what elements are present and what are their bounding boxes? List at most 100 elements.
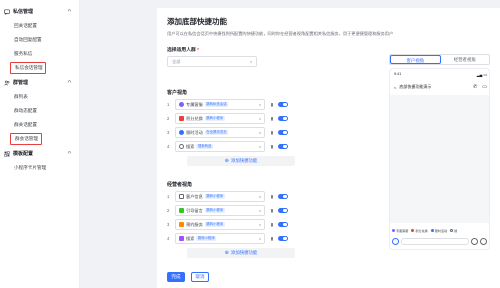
chat-body bbox=[390, 95, 489, 223]
sidebar-group-messages[interactable]: 私信管理 ^ bbox=[0, 4, 79, 19]
sidebar-group-templates[interactable]: 模板配置 ^ bbox=[0, 146, 79, 161]
chevron-down-icon: v bbox=[259, 144, 261, 149]
shortcut-tag: 搜索商品 bbox=[196, 144, 213, 149]
sidebar-item-message-session[interactable]: 私信会话管理 bbox=[0, 61, 79, 75]
row-number: 4 bbox=[167, 236, 170, 241]
trash-icon[interactable]: ▮ bbox=[269, 144, 275, 150]
service-icon bbox=[179, 102, 184, 107]
enable-toggle[interactable] bbox=[278, 143, 288, 150]
sidebar-item-label: 私信会话管理 bbox=[15, 65, 43, 70]
points-icon bbox=[411, 229, 415, 232]
shortcut-select[interactable]: 积分兑换 跳转小程序 v bbox=[175, 113, 265, 124]
shortcut-name: 搜索 bbox=[186, 235, 195, 241]
customer-row: 3 限时活动 在全屏浏览页 v ▮ bbox=[167, 127, 295, 138]
operator-row: 3 预约服务 跳转小程序 v ▮ bbox=[167, 219, 295, 230]
sidebar-item-group-list[interactable]: 群列表 bbox=[0, 90, 79, 104]
enable-toggle[interactable] bbox=[278, 101, 288, 108]
template-icon bbox=[4, 150, 10, 157]
search-icon bbox=[179, 236, 184, 241]
shortcut-name: 引导留言 bbox=[186, 207, 203, 213]
enable-toggle[interactable] bbox=[278, 115, 288, 122]
video-call-icon: ▭ bbox=[482, 84, 487, 90]
sidebar-item-service-message[interactable]: 服务私信 bbox=[0, 47, 79, 61]
operator-section-title: 经营者视角 bbox=[167, 182, 193, 188]
operator-row: 1 客户信息 跳转小程序 v ▮ bbox=[167, 191, 295, 202]
trash-icon[interactable]: ▮ bbox=[269, 208, 275, 214]
service-icon bbox=[392, 229, 395, 232]
applicable-select-value: 全部 bbox=[172, 59, 181, 64]
back-arrow-icon: < bbox=[394, 84, 397, 90]
shortcut-select[interactable]: 客户信息 跳转小程序 v bbox=[175, 191, 265, 202]
enable-toggle[interactable] bbox=[278, 221, 288, 228]
sidebar-item-auto-reply[interactable]: 自动回复配置 bbox=[0, 33, 79, 47]
preview-shortcut: 搜 bbox=[450, 228, 457, 233]
shortcut-name: 客户信息 bbox=[186, 193, 203, 199]
customer-section-title: 客户视角 bbox=[167, 90, 188, 96]
shortcut-tag: 跳转私信会话 bbox=[204, 102, 229, 107]
sidebar-item-group-reply[interactable]: 群关话配置 bbox=[0, 118, 79, 132]
sidebar-group-label: 群管理 bbox=[13, 80, 29, 86]
enable-toggle[interactable] bbox=[278, 207, 288, 214]
shortcut-select[interactable]: 专属客服 跳转私信会话 v bbox=[175, 99, 265, 110]
chevron-up-icon[interactable]: ^ bbox=[67, 9, 71, 15]
done-button[interactable]: 完成 bbox=[167, 272, 185, 282]
chevron-down-icon: v bbox=[259, 116, 261, 121]
tab-operator-view[interactable]: 经营者视角 bbox=[441, 55, 490, 64]
row-number: 4 bbox=[167, 144, 170, 149]
chevron-down-icon: v bbox=[259, 236, 261, 241]
sidebar-item-reply-config[interactable]: 回关话配置 bbox=[0, 19, 79, 33]
trash-icon[interactable]: ▮ bbox=[269, 236, 275, 242]
preview-shortcut-label: 搜 bbox=[454, 229, 458, 233]
chevron-up-icon[interactable]: ^ bbox=[67, 151, 71, 157]
shortcut-name: 积分兑换 bbox=[186, 115, 203, 121]
signal-battery-icon: ▂▄ ▭ bbox=[476, 73, 487, 77]
plus-circle-icon: ⊕ bbox=[224, 250, 229, 256]
shortcut-name: 专属客服 bbox=[186, 101, 203, 107]
trash-icon[interactable]: ▮ bbox=[269, 130, 275, 136]
tab-customer-view[interactable]: 客户视角 bbox=[390, 55, 441, 64]
shortcut-form: 选择适用人群 * 全部 v 客户视角 1 专属客服 跳转私信会话 v ▮ 2 积… bbox=[167, 46, 375, 258]
shortcut-tag: 跳转小程序 bbox=[196, 236, 217, 241]
trash-icon[interactable]: ▮ bbox=[269, 222, 275, 228]
row-number: 3 bbox=[167, 222, 170, 227]
chevron-up-icon[interactable]: ^ bbox=[67, 80, 71, 86]
trash-icon[interactable]: ▮ bbox=[269, 194, 275, 200]
enable-toggle[interactable] bbox=[278, 235, 288, 242]
shortcut-select[interactable]: 限时活动 在全屏浏览页 v bbox=[175, 127, 265, 138]
required-mark: * bbox=[197, 48, 200, 53]
row-number: 2 bbox=[167, 116, 170, 121]
phone-preview: 9:41 ▂▄ ▭ < 底部快捷功能演示 ✆ ▭ 专属客服 积分兑换 限时活动 … bbox=[389, 68, 490, 250]
preview-shortcut: 限时活动 bbox=[430, 228, 447, 233]
shortcut-select[interactable]: 预约服务 跳转小程序 v bbox=[175, 219, 265, 230]
enable-toggle[interactable] bbox=[278, 129, 288, 136]
preview-shortcut-label: 专属客服 bbox=[396, 229, 409, 233]
activity-icon bbox=[430, 229, 434, 232]
shortcut-select[interactable]: 搜索 跳转小程序 v bbox=[175, 233, 265, 244]
cancel-button[interactable]: 取消 bbox=[191, 272, 209, 282]
sidebar-group-groups[interactable]: 群管理 ^ bbox=[0, 75, 79, 90]
sidebar-item-group-session[interactable]: 群会话管理 bbox=[0, 132, 79, 146]
chevron-down-icon: v bbox=[259, 194, 261, 199]
shortcut-select[interactable]: 搜索 搜索商品 v bbox=[175, 141, 265, 152]
sidebar-item-group-feed[interactable]: 群动态配置 bbox=[0, 104, 79, 118]
sidebar-group-label: 私信管理 bbox=[13, 9, 34, 15]
trash-icon[interactable]: ▮ bbox=[269, 102, 275, 108]
shortcut-select[interactable]: 引导留言 跳转小程序 v bbox=[175, 205, 265, 216]
trash-icon[interactable]: ▮ bbox=[269, 116, 275, 122]
message-guide-icon bbox=[179, 208, 184, 213]
applicable-label: 选择适用人群 * bbox=[167, 46, 375, 55]
phone-call-icon: ✆ bbox=[473, 84, 478, 90]
chevron-down-icon: v bbox=[259, 130, 261, 135]
applicable-select[interactable]: 全部 v bbox=[167, 56, 257, 67]
add-shortcut-button[interactable]: ⊕ 添加快捷功能 bbox=[187, 156, 295, 166]
operator-row: 4 搜索 跳转小程序 v ▮ bbox=[167, 233, 295, 244]
main-panel: 添加底部快捷功能 用户可以在私信会话页中快捷找到所配置的快捷功能，同时你在经营者… bbox=[157, 8, 500, 288]
row-number: 1 bbox=[167, 102, 170, 107]
phone-status-bar: 9:41 ▂▄ ▭ bbox=[394, 72, 487, 77]
add-shortcut-button-operator[interactable]: ⊕ 添加快捷功能 bbox=[187, 248, 295, 258]
sidebar-item-miniprogram-cards[interactable]: 小程序卡片管理 bbox=[0, 161, 79, 175]
operator-row: 2 引导留言 跳转小程序 v ▮ bbox=[167, 205, 295, 216]
enable-toggle[interactable] bbox=[278, 193, 288, 200]
search-icon bbox=[450, 229, 454, 232]
sidebar-group-label: 模板配置 bbox=[13, 151, 34, 157]
